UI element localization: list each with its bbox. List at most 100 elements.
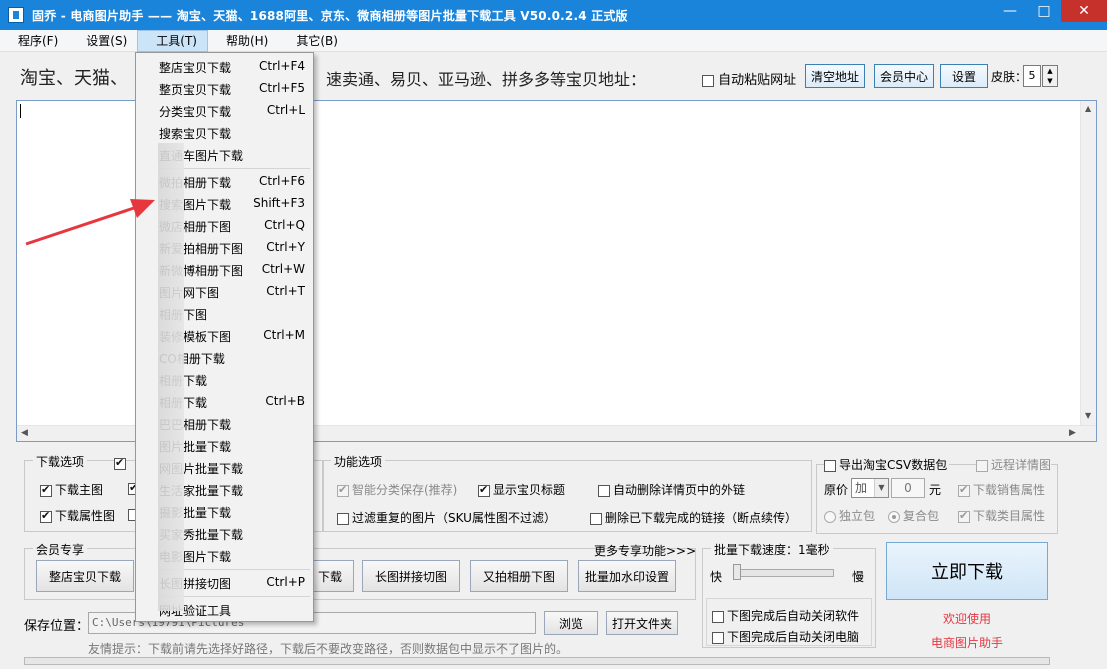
menu-item-page-download[interactable]: 整页宝贝下载 Ctrl+F5: [136, 77, 313, 99]
download-main-image-label: 下载主图: [55, 483, 104, 497]
browse-button[interactable]: 浏览: [544, 611, 598, 635]
close-app-checkbox[interactable]: 下图完成后自动关闭软件: [712, 607, 859, 624]
show-title-checkbox[interactable]: 显示宝贝标题: [478, 481, 565, 498]
minimize-button[interactable]: —: [993, 0, 1027, 22]
category-attr-label: 下载类目属性: [973, 509, 1046, 523]
price-op-select[interactable]: 加 ▼: [851, 478, 889, 498]
auto-paste-checkbox[interactable]: 自动粘贴网址: [702, 69, 796, 88]
close-pc-checkbox[interactable]: 下图完成后自动关闭电脑: [712, 628, 859, 645]
menu-item-shortcut: Ctrl+Q: [264, 218, 305, 232]
checkbox-icon: [598, 484, 610, 497]
price-value-input[interactable]: 0: [891, 478, 925, 498]
member-long-image-button[interactable]: 长图拼接切图: [362, 560, 460, 592]
menu-item-label: 搜索宝贝下载: [159, 127, 232, 141]
clear-address-button[interactable]: 清空地址: [805, 64, 865, 88]
delete-done-links-label: 删除已下载完成的链接（断点续传）: [605, 511, 798, 525]
auto-delete-links-label: 自动删除详情页中的外链: [613, 483, 746, 497]
checkbox-icon: [337, 512, 349, 525]
filter-duplicate-label: 过滤重复的图片（SKU属性图不过滤）: [352, 511, 556, 525]
member-youpai-button[interactable]: 又拍相册下图: [470, 560, 568, 592]
open-folder-button[interactable]: 打开文件夹: [606, 611, 678, 635]
slider-track[interactable]: [734, 569, 834, 577]
menu-item-shortcut: Ctrl+T: [266, 284, 305, 298]
spin-down-icon[interactable]: ▼: [1047, 77, 1052, 85]
scroll-down-icon[interactable]: ▼: [1085, 411, 1091, 420]
window-controls: — □ ✕: [993, 0, 1107, 28]
auto-paste-label: 自动粘贴网址: [718, 73, 797, 88]
text-caret: [20, 104, 21, 118]
download-main-image-checkbox[interactable]: 下载主图: [40, 481, 103, 498]
checkbox-icon: [478, 483, 490, 497]
skin-input[interactable]: 5: [1023, 65, 1041, 87]
checkbox-icon: [712, 610, 724, 623]
scroll-left-icon[interactable]: ◀: [21, 428, 28, 438]
spin-up-icon[interactable]: ▲: [1047, 67, 1052, 75]
menu-program[interactable]: 程序(F): [0, 30, 68, 52]
skin-label: 皮肤：: [991, 70, 1028, 84]
scroll-right-icon[interactable]: ▶: [1069, 428, 1076, 438]
menu-item-shortcut: Ctrl+F5: [259, 81, 305, 95]
settings-button[interactable]: 设置: [940, 64, 988, 88]
save-location-label: 保存位置：: [24, 619, 90, 634]
checkbox-icon: [958, 483, 970, 497]
menu-item-shortcut: Ctrl+F6: [259, 174, 305, 188]
vertical-scrollbar[interactable]: ▲ ▼: [1080, 101, 1096, 425]
menu-help[interactable]: 帮助(H): [208, 30, 278, 52]
scroll-up-icon[interactable]: ▲: [1085, 104, 1091, 113]
more-features-link[interactable]: 更多专享功能>>>: [594, 542, 696, 559]
price-unit: 元: [929, 483, 942, 497]
member-shop-download-button[interactable]: 整店宝贝下载: [36, 560, 134, 592]
checkbox-icon: [114, 456, 126, 470]
skin-spinner[interactable]: ▲ ▼: [1042, 65, 1058, 87]
standalone-radio[interactable]: 独立包: [824, 507, 875, 524]
export-csv-checkbox[interactable]: 导出淘宝CSV数据包: [824, 456, 950, 473]
menu-item-shortcut: Ctrl+L: [266, 103, 305, 117]
menu-item-search-item-download[interactable]: 搜索宝贝下载: [136, 121, 313, 143]
download-attr-image-checkbox[interactable]: 下载属性图: [40, 507, 115, 524]
menu-item-shortcut: Shift+F3: [253, 196, 305, 210]
checkbox-icon: [40, 483, 52, 497]
remote-detail-checkbox[interactable]: 远程详情图: [976, 456, 1052, 473]
menu-item-shop-download[interactable]: 整店宝贝下载 Ctrl+F4: [136, 55, 313, 77]
member-center-button[interactable]: 会员中心: [874, 64, 934, 88]
menu-other[interactable]: 其它(B): [278, 30, 348, 52]
export-csv-label: 导出淘宝CSV数据包: [839, 458, 948, 472]
progress-bar: [24, 657, 1050, 665]
menu-item-category-download[interactable]: 分类宝贝下载 Ctrl+L: [136, 99, 313, 121]
download-option-extra-checkbox[interactable]: [114, 456, 129, 470]
welcome-text: 欢迎使用: [942, 612, 991, 626]
member-title: 会员专享: [33, 541, 88, 558]
tools-dropdown-menu: 整店宝贝下载 Ctrl+F4 整页宝贝下载 Ctrl+F5 分类宝贝下载 Ctrl+L…: [135, 52, 314, 622]
close-button[interactable]: ✕: [1061, 0, 1107, 22]
member-watermark-button[interactable]: 批量加水印设置: [578, 560, 676, 592]
speed-label: 批量下载速度：1毫秒: [711, 541, 833, 558]
menu-bar: 程序(F) 设置(S) 工具(T) 帮助(H) 其它(B): [0, 29, 1107, 52]
close-app-label: 下图完成后自动关闭软件: [727, 609, 860, 623]
menu-item-shortcut: Ctrl+Y: [266, 240, 305, 254]
checkbox-icon: [976, 459, 988, 472]
price-op-value: 加: [855, 481, 868, 495]
address-label-left: 淘宝、天猫、: [20, 68, 128, 89]
slider-thumb[interactable]: [733, 564, 741, 580]
maximize-button[interactable]: □: [1027, 0, 1061, 22]
window-title: 固乔 - 电商图片助手 —— 淘宝、天猫、1688阿里、京东、微商相册等图片批量…: [32, 8, 628, 23]
menu-item-shortcut: Ctrl+W: [261, 262, 305, 276]
app-logo-icon: [8, 7, 24, 23]
smart-save-checkbox[interactable]: 智能分类保存(推荐): [337, 481, 457, 498]
filter-duplicate-checkbox[interactable]: 过滤重复的图片（SKU属性图不过滤）: [337, 509, 556, 526]
auto-delete-links-checkbox[interactable]: 自动删除详情页中的外链: [598, 481, 745, 498]
delete-done-links-checkbox[interactable]: 删除已下载完成的链接（断点续传）: [590, 509, 797, 526]
sales-attr-checkbox[interactable]: 下载销售属性: [958, 481, 1045, 498]
menu-settings[interactable]: 设置(S): [68, 30, 137, 52]
menu-item-shortcut: Ctrl+B: [265, 394, 305, 408]
title-bar: 固乔 - 电商图片助手 —— 淘宝、天猫、1688阿里、京东、微商相册等图片批量…: [0, 0, 1107, 30]
checkbox-icon: [590, 512, 602, 525]
menu-item-shortcut: Ctrl+M: [263, 328, 305, 342]
chevron-down-icon[interactable]: ▼: [874, 479, 888, 497]
category-attr-checkbox[interactable]: 下载类目属性: [958, 507, 1045, 524]
start-download-button[interactable]: 立即下载: [886, 542, 1048, 600]
composite-radio[interactable]: 复合包: [888, 507, 939, 524]
composite-label: 复合包: [903, 509, 940, 523]
menu-tools[interactable]: 工具(T): [137, 29, 208, 52]
checkbox-icon: [958, 509, 970, 523]
